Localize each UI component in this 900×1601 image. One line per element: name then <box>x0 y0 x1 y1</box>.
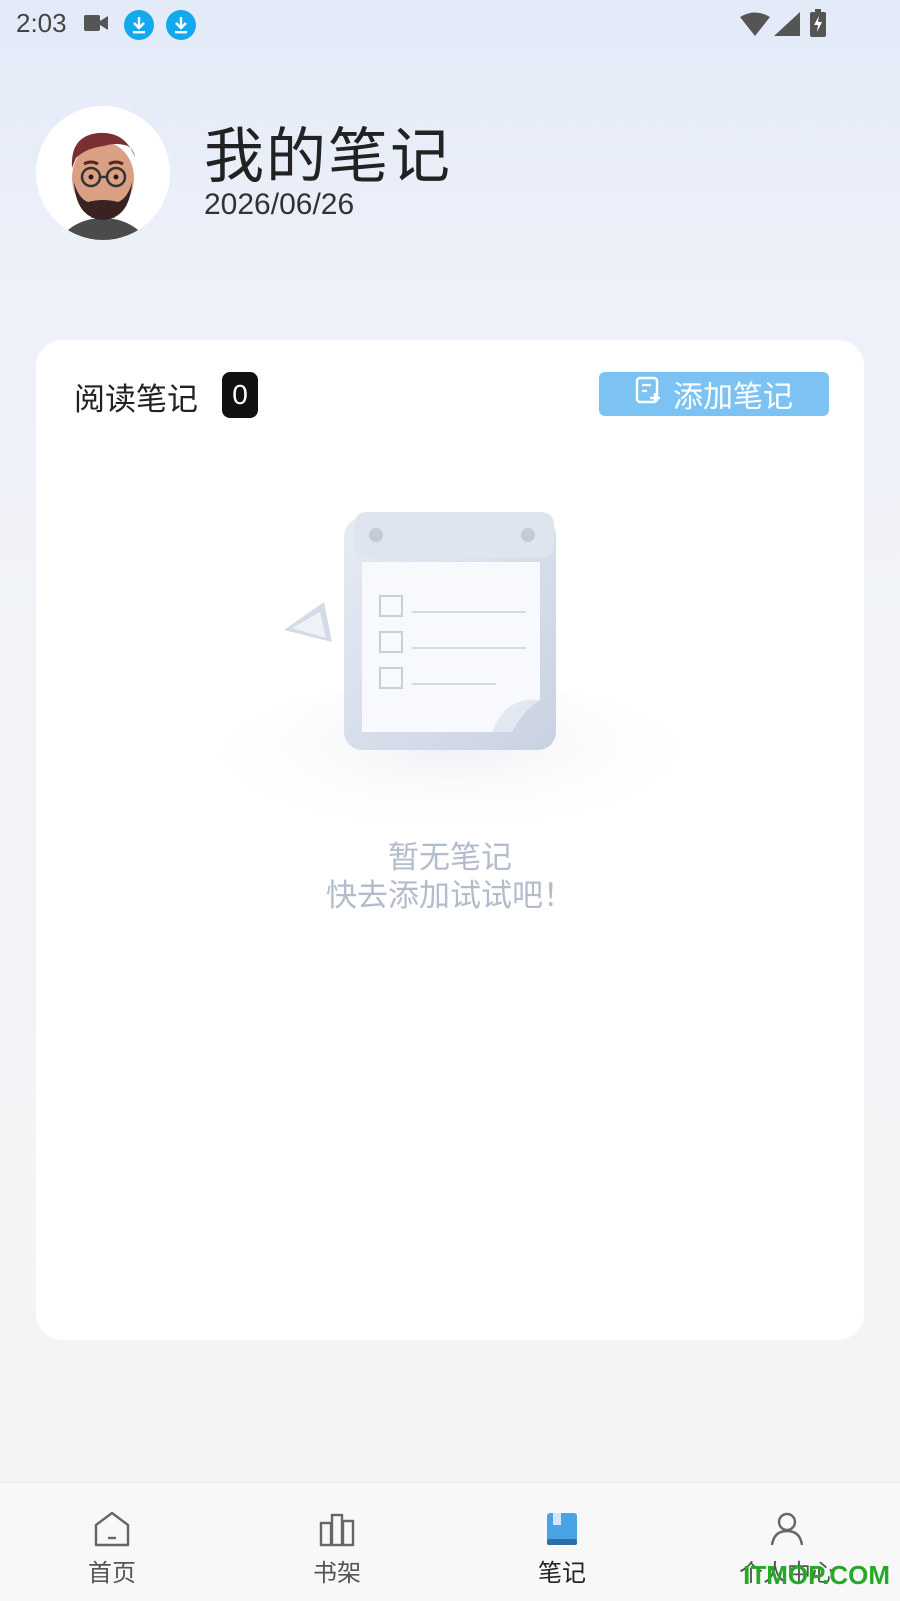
status-time: 2:03 <box>16 8 67 38</box>
add-note-button[interactable]: 添加笔记 <box>599 372 829 416</box>
empty-notes-illustration <box>216 500 686 840</box>
avatar[interactable] <box>36 106 170 240</box>
cellular-signal-icon <box>774 12 800 40</box>
nav-item-home[interactable]: 首页 <box>52 1511 172 1595</box>
page-title: 我的笔记 <box>204 122 452 192</box>
nav-item-bookshelf[interactable]: 书架 <box>277 1511 397 1595</box>
note-count-badge: 0 <box>222 372 258 418</box>
nav-item-notes[interactable]: 笔记 <box>502 1511 622 1595</box>
wifi-icon <box>740 12 770 40</box>
empty-state-hint: 快去添加试试吧！ <box>326 878 574 914</box>
bookshelf-icon <box>318 1511 356 1551</box>
nav-label: 笔记 <box>538 1559 586 1587</box>
battery-icon <box>810 9 826 41</box>
section-title: 阅读笔记 <box>74 382 198 418</box>
profile-icon <box>768 1511 806 1551</box>
download-icon <box>166 10 196 40</box>
notes-card: 阅读笔记 0 添加笔记 暂无笔记 快去添加试试吧！ <box>36 340 864 1340</box>
notes-icon <box>543 1511 581 1551</box>
add-note-label: 添加笔记 <box>673 380 793 415</box>
nav-label: 首页 <box>88 1559 136 1587</box>
add-note-icon <box>635 376 663 412</box>
download-icon <box>124 10 154 40</box>
watermark: ITMOP.COM <box>743 1560 890 1590</box>
nav-label: 书架 <box>313 1559 361 1587</box>
page-date: 2026/06/26 <box>204 188 355 221</box>
home-icon <box>93 1511 131 1551</box>
video-camera-icon <box>84 14 108 36</box>
status-bar: 2:03 <box>0 0 900 48</box>
